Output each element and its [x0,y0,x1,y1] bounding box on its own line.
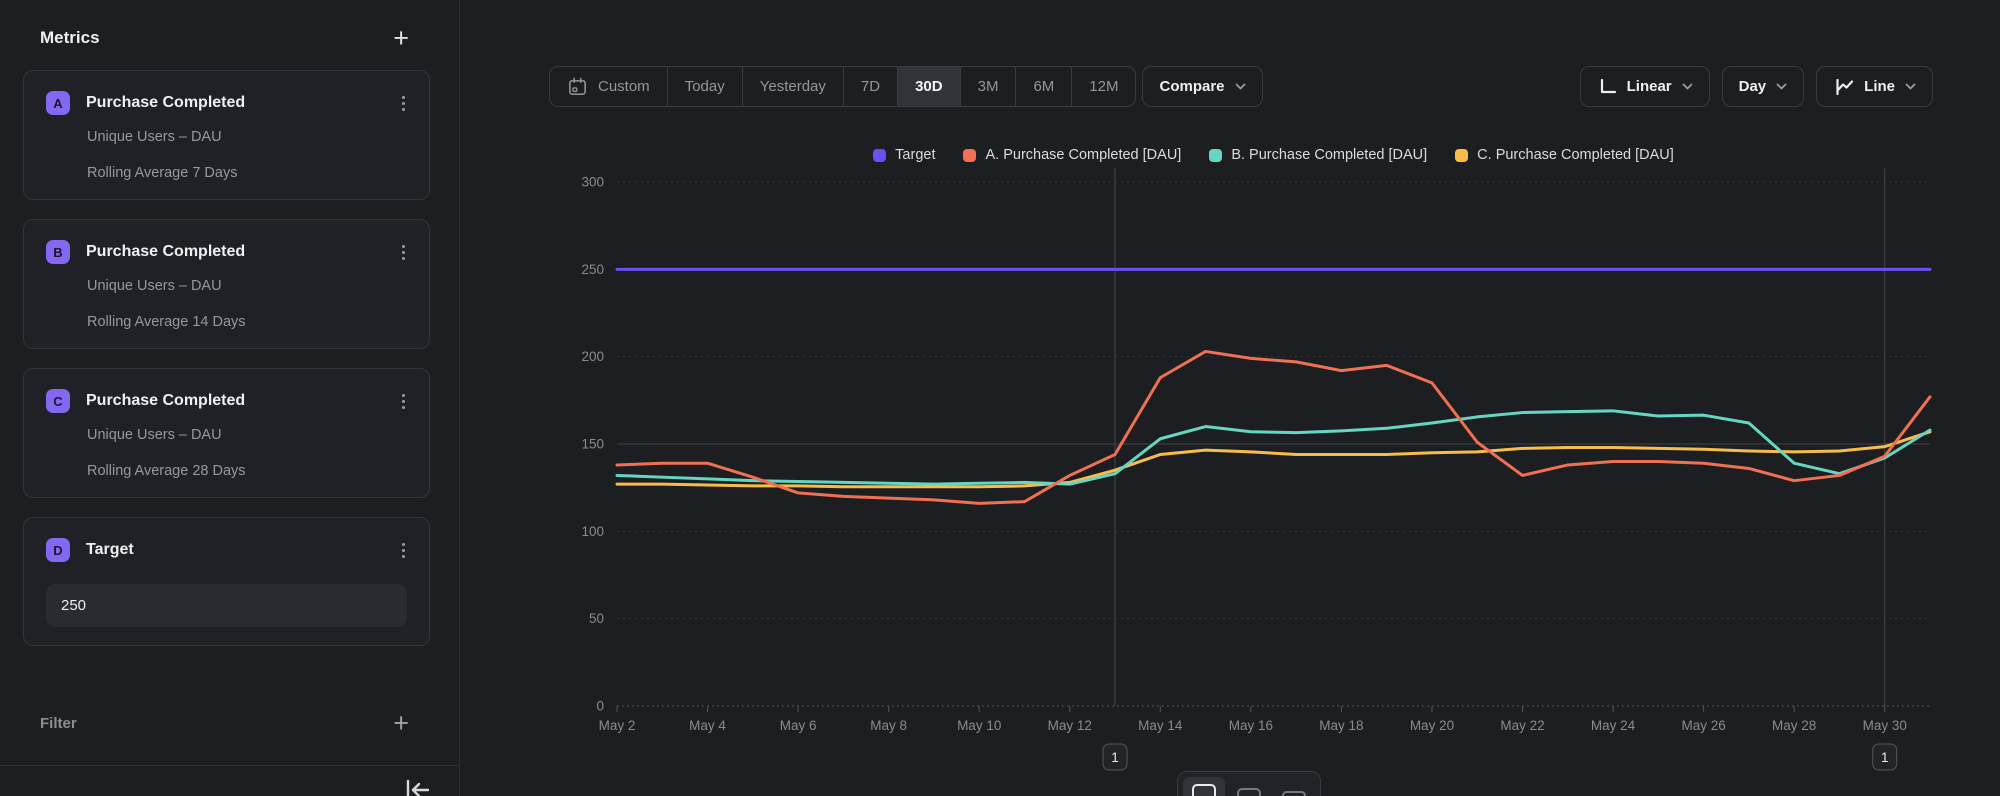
svg-text:1: 1 [1111,750,1119,765]
metric-measurement: Unique Users – DAU [87,427,407,443]
metrics-report-app: Metrics + A Purchase Completed Unique Us… [0,0,2000,796]
size-large-icon [1192,784,1216,796]
svg-text:300: 300 [581,175,604,190]
metric-rolling-average: Rolling Average 7 Days [87,165,407,181]
metric-badge-a: A [46,91,70,115]
chart-size-large-button[interactable] [1183,777,1225,796]
svg-text:May 14: May 14 [1138,718,1183,733]
svg-text:0: 0 [596,699,604,714]
metric-rolling-average: Rolling Average 14 Days [87,314,407,330]
metric-card-c[interactable]: C Purchase Completed Unique Users – DAU … [23,368,430,498]
add-metric-button[interactable]: + [393,28,409,48]
svg-text:250: 250 [581,262,604,277]
svg-text:1: 1 [1881,750,1889,765]
svg-text:May 28: May 28 [1772,718,1816,733]
svg-text:May 8: May 8 [870,718,907,733]
svg-text:May 22: May 22 [1500,718,1544,733]
target-title: Target [86,541,384,559]
svg-text:200: 200 [581,349,604,364]
target-value-input[interactable] [46,584,407,627]
metric-card-b[interactable]: B Purchase Completed Unique Users – DAU … [23,219,430,349]
metrics-sidebar: Metrics + A Purchase Completed Unique Us… [0,0,460,796]
metric-menu-icon[interactable] [400,241,407,264]
svg-text:50: 50 [589,611,604,626]
svg-text:May 16: May 16 [1229,718,1273,733]
metric-rolling-average: Rolling Average 28 Days [87,463,407,479]
metric-measurement: Unique Users – DAU [87,278,407,294]
chart-size-medium-button[interactable] [1228,777,1270,796]
size-small-icon [1282,791,1306,796]
sidebar-header: Metrics + [0,0,459,70]
size-medium-icon [1237,788,1261,796]
chart-panel: Custom Today Yesterday 7D 30D 3M 6M 12M … [460,0,2000,796]
metric-title: Purchase Completed [86,243,384,261]
target-card[interactable]: D Target [23,517,430,646]
svg-text:150: 150 [581,437,604,452]
metric-menu-icon[interactable] [400,390,407,413]
svg-text:May 6: May 6 [780,718,817,733]
add-filter-button[interactable]: + [393,713,409,733]
metric-card-a[interactable]: A Purchase Completed Unique Users – DAU … [23,70,430,200]
line-chart[interactable]: 0 50 100 150 200 250 300 May 2 May 4 May 6 May 8 Ma… [460,0,2000,796]
collapse-sidebar-button[interactable] [401,778,431,796]
svg-text:May 18: May 18 [1319,718,1363,733]
metric-title: Purchase Completed [86,392,384,410]
filter-label: Filter [40,715,77,732]
metric-menu-icon[interactable] [400,539,407,562]
svg-text:May 12: May 12 [1048,718,1092,733]
filter-section: Filter + [0,665,459,733]
metrics-section-title: Metrics [40,28,100,48]
metric-badge-b: B [46,240,70,264]
svg-text:May 4: May 4 [689,718,726,733]
metric-title: Purchase Completed [86,94,384,112]
svg-text:May 24: May 24 [1591,718,1636,733]
chart-size-small-button[interactable] [1273,777,1315,796]
svg-text:May 2: May 2 [599,718,636,733]
svg-text:May 20: May 20 [1410,718,1454,733]
metric-badge-d: D [46,538,70,562]
metric-measurement: Unique Users – DAU [87,129,407,145]
collapse-arrow-icon [401,778,431,796]
svg-text:May 30: May 30 [1863,718,1907,733]
sidebar-divider [0,765,459,766]
metric-menu-icon[interactable] [400,92,407,115]
svg-text:May 10: May 10 [957,718,1001,733]
svg-text:May 26: May 26 [1681,718,1725,733]
svg-text:100: 100 [581,524,604,539]
metric-badge-c: C [46,389,70,413]
chart-size-toggle [1177,771,1321,796]
